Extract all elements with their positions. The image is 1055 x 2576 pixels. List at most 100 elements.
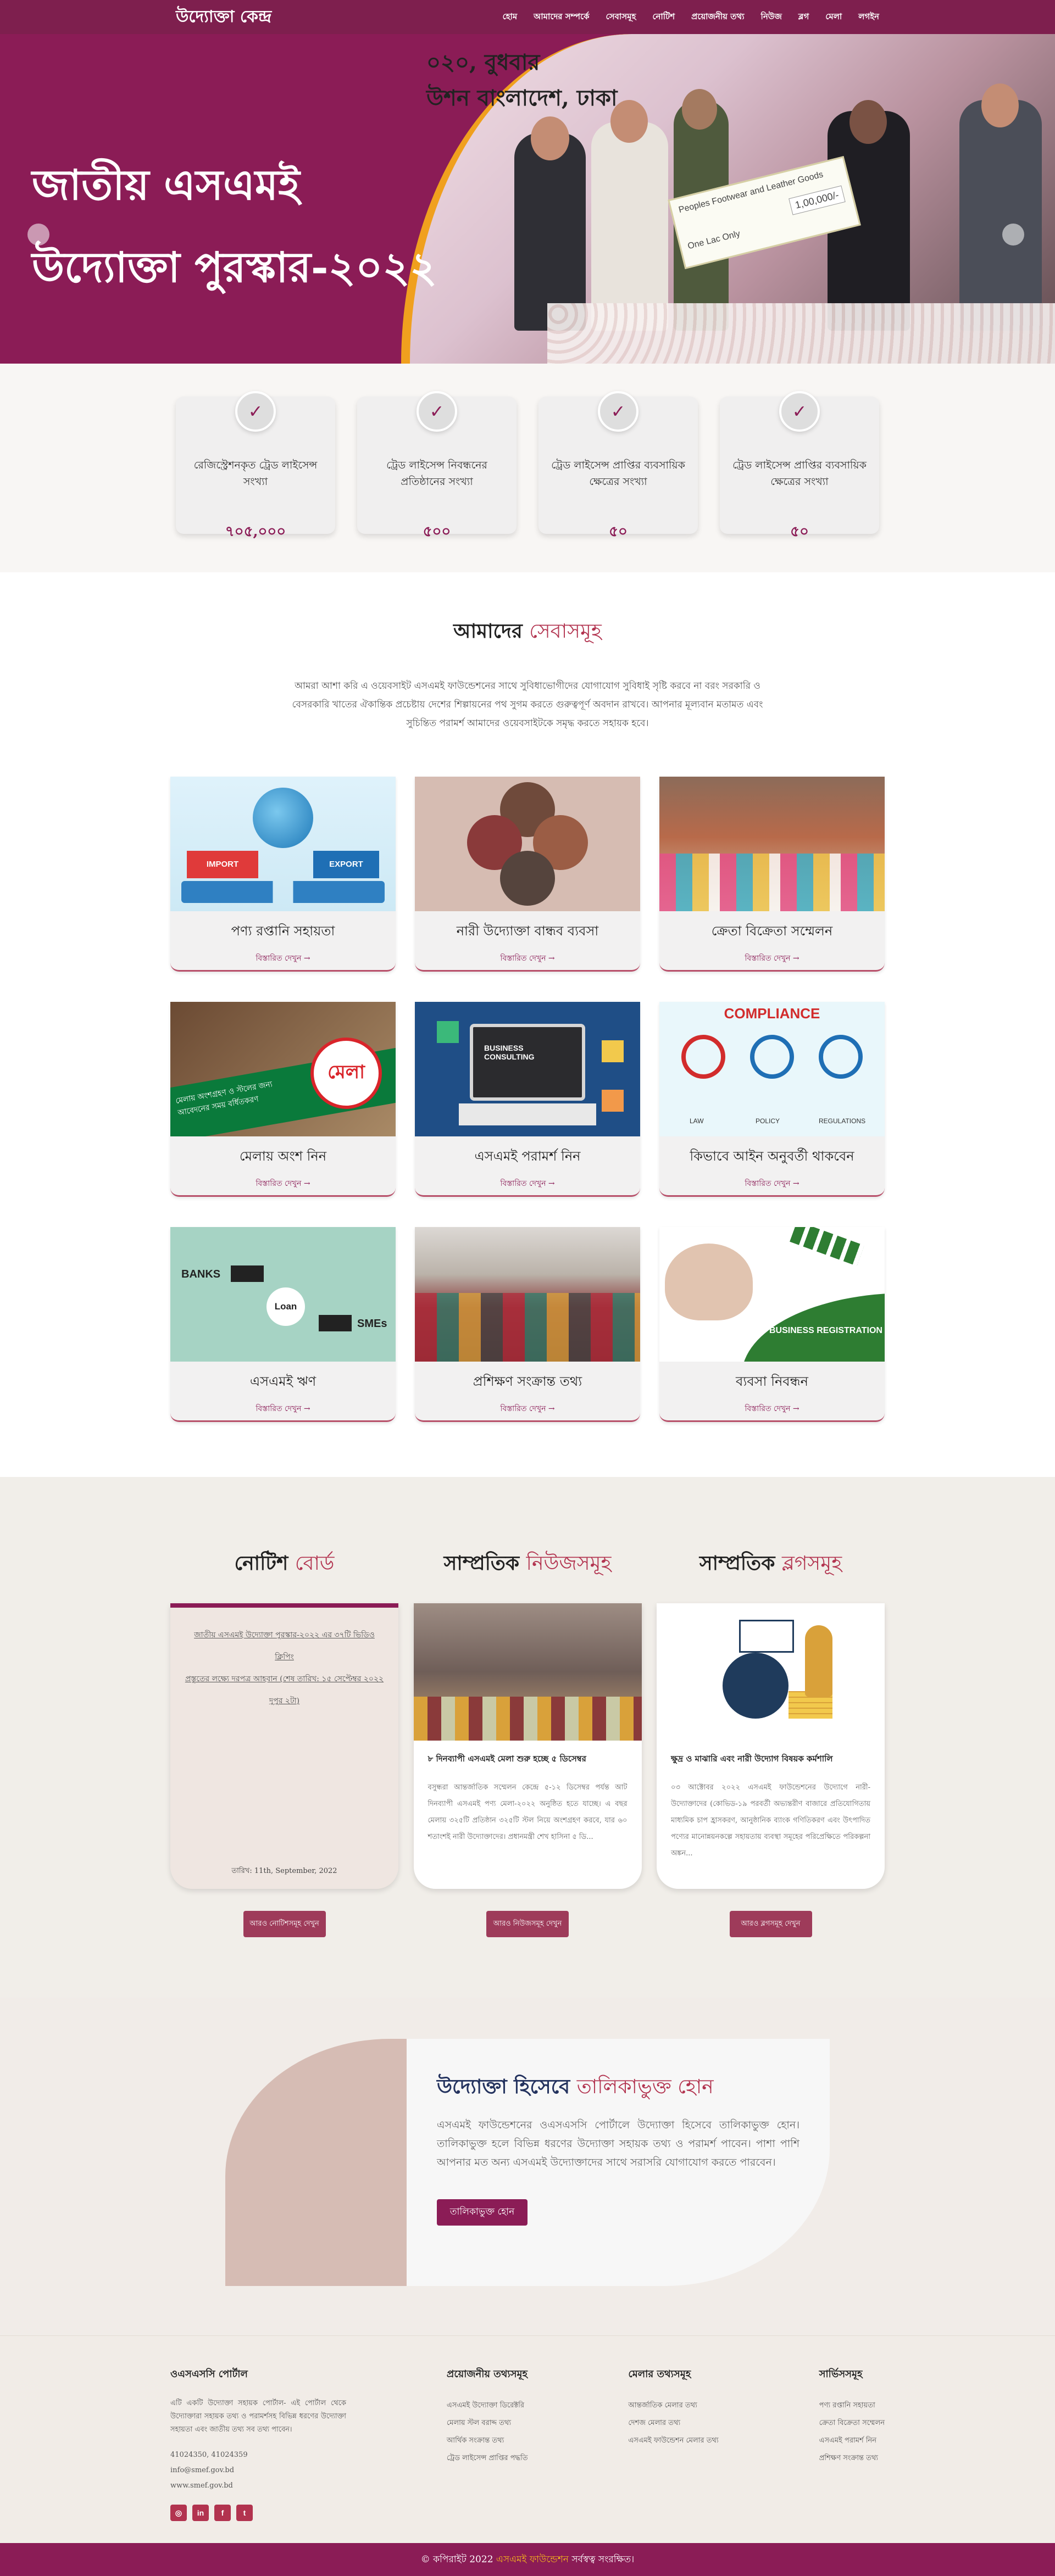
blog-item-desc: ০৩ আক্টোবর ২০২২ এসএমই ফাউন্ডেশনের উদ্যোগ…: [671, 1783, 870, 1858]
notice-line[interactable]: প্রস্তুতের লক্ষ্যে দরপত্র আহবান (শেষ তার…: [185, 1668, 384, 1690]
twitter-icon[interactable]: t: [236, 2505, 253, 2521]
nav-menu: হোম আমাদের সম্পর্কে সেবাসমূহ নোটিশ প্রয়…: [503, 10, 879, 24]
check-icon: ✓: [598, 391, 638, 432]
footer-heading: মেলার তথ্যসমূহ: [628, 2368, 691, 2380]
copyright-prefix: © কপিরাইট 2022: [420, 2554, 493, 2565]
law-icon: [681, 1035, 725, 1079]
service-card-buyer-seller[interactable]: ক্রেতা বিক্রেতা সম্মেলন বিস্তারিত দেখুন …: [659, 777, 885, 972]
nav-item-news[interactable]: নিউজ: [761, 10, 782, 24]
nav-item-home[interactable]: হোম: [503, 10, 518, 24]
service-more-link[interactable]: বিস্তারিত দেখুন →: [170, 1177, 396, 1190]
footer-link[interactable]: আর্থিক সংক্রান্ত তথ্য: [447, 2432, 528, 2450]
service-image: BUSINESS REGISTRATION: [659, 1227, 885, 1362]
news-image: [413, 1603, 642, 1741]
footer-col-portal: ওএসএসসি পোর্টাল এটি একটি উদ্যোক্তা সহায়…: [170, 2366, 346, 2521]
more-blogs-button[interactable]: আরও ব্লগসমূহ দেখুন: [729, 1911, 812, 1937]
title-accent: বোর্ড: [295, 1552, 335, 1575]
service-card-training[interactable]: প্রশিক্ষণ সংক্রান্ত তথ্য বিস্তারিত দেখুন…: [415, 1227, 640, 1422]
nav-item-notice[interactable]: নোটিশ: [652, 10, 675, 24]
service-more-link[interactable]: বিস্তারিত দেখুন →: [170, 952, 396, 965]
news-item-title[interactable]: ৮ দিনব্যাপী এসএমই মেলা শুরু হচ্ছে ৫ ডিসে…: [414, 1741, 642, 1771]
hero-title-line: জাতীয় এসএমই: [32, 160, 300, 209]
footer-link[interactable]: ট্রেড লাইসেন্স প্রাপ্তির পদ্ধতি: [447, 2450, 528, 2467]
blog-item-title[interactable]: ক্ষুদ্র ও মাঝারি এবং নারী উদ্যোগ বিষয়ক …: [657, 1741, 885, 1771]
copyright-suffix: সর্বস্বত্ব সংরক্ষিত।: [571, 2554, 635, 2565]
photo-person: [591, 122, 668, 331]
service-more-link[interactable]: বিস্তারিত দেখুন →: [415, 1177, 640, 1190]
nav-item-blog[interactable]: ব্লগ: [798, 10, 809, 24]
footer-heading: সার্ভিসসমূহ: [819, 2368, 863, 2380]
photo-person-head: [610, 100, 648, 143]
sticky-note: [602, 1090, 624, 1112]
service-more-link[interactable]: বিস্তারিত দেখুন →: [170, 1402, 396, 1415]
more-news-button[interactable]: আরও নিউজসমূহ দেখুন: [486, 1911, 569, 1937]
service-more-link[interactable]: বিস্তারিত দেখুন →: [415, 952, 640, 965]
carousel-next-button[interactable]: [1002, 224, 1024, 246]
footer-link[interactable]: এসএমই ফাউন্ডেশন মেলার তথ্য: [628, 2432, 718, 2450]
loan-card: [231, 1265, 264, 1282]
service-card-compliance[interactable]: COMPLIANCE LAW POLICY REGULATIONS কিভাবে…: [659, 1002, 885, 1197]
stat-value: ৫০: [609, 523, 628, 540]
blog-title: সাম্প্রতিক ব্লগসমূহ: [657, 1548, 885, 1581]
service-card-women[interactable]: নারী উদ্যোক্তা বান্ধব ব্যবসা বিস্তারিত দ…: [415, 777, 640, 972]
nav-item-services[interactable]: সেবাসমূহ: [606, 10, 636, 24]
nav-item-login[interactable]: লগইন: [858, 10, 879, 24]
hero-photo-caption: উশন বাংলাদেশ, ঢাকা: [426, 85, 618, 111]
nav-item-fair[interactable]: মেলা: [825, 10, 842, 24]
footer-link[interactable]: এসএমই পরামর্শ নিন: [819, 2432, 885, 2450]
notice-line[interactable]: জাতীয় এসএমই উদ্যোক্তা পুরস্কার-২০২২ এর …: [185, 1624, 384, 1668]
footer-website[interactable]: www.smef.gov.bd: [170, 2478, 346, 2494]
service-card-fair[interactable]: মেলায় অংশগ্রহণ ও স্টলের জন্য আবেদনের সম…: [170, 1002, 396, 1197]
service-card-export[interactable]: IMPORT EXPORT পণ্য রপ্তানি সহায়তা বিস্ত…: [170, 777, 396, 972]
footer-about: এটি একটি উদ্যোক্তা সহায়ক পোর্টাল- এই পো…: [170, 2399, 346, 2434]
footer-link[interactable]: মেলায় স্টল বরাদ্দ তথ্য: [447, 2415, 528, 2432]
brand-logo[interactable]: উদ্যোক্তা কেন্দ্র: [176, 3, 271, 31]
footer-link[interactable]: এসএমই উদ্যোক্তা ডিরেক্টরি: [447, 2397, 528, 2415]
stat-card: ✓ ট্রেড লাইসেন্স প্রাপ্তির ব্যবসায়িক ক্…: [538, 391, 698, 540]
service-more-link[interactable]: বিস্তারিত দেখুন →: [659, 1177, 885, 1190]
instagram-icon[interactable]: ◎: [170, 2505, 187, 2521]
check-icon: ✓: [779, 391, 820, 432]
hero-photo: ০২০, বুধবার উশন বাংলাদেশ, ঢাকা Peoples F…: [401, 34, 1055, 364]
news-card[interactable]: ৮ দিনব্যাপী এসএমই মেলা শুরু হচ্ছে ৫ ডিসে…: [413, 1603, 642, 1889]
notice-card: জাতীয় এসএমই উদ্যোক্তা পুরস্কার-২০২২ এর …: [170, 1603, 398, 1889]
copyright-bar: © কপিরাইট 2022 এসএমই ফাউন্ডেশন সর্বস্বত্…: [0, 2543, 1055, 2576]
linkedin-icon[interactable]: in: [192, 2505, 209, 2521]
highlights-section: নোটিশ বোর্ড জাতীয় এসএমই উদ্যোক্তা পুরস্…: [0, 1477, 1055, 1998]
footer-email[interactable]: info@smef.gov.bd: [170, 2463, 346, 2478]
footer-link[interactable]: আন্তর্জাতিক মেলার তথ্য: [628, 2397, 718, 2415]
service-image: [415, 777, 640, 911]
footer-link[interactable]: দেশজ মেলার তথ্য: [628, 2415, 718, 2432]
title-accent: তালিকাভুক্ত হোন: [576, 2076, 714, 2098]
footer-link[interactable]: পণ্য রপ্তানি সহায়তা: [819, 2397, 885, 2415]
footer-col-info: প্রয়োজনীয় তথ্যসমূহ এসএমই উদ্যোক্তা ডির…: [447, 2366, 528, 2521]
stat-label: ট্রেড লাইসেন্স প্রাপ্তির ব্যবসায়িক ক্ষে…: [732, 459, 867, 488]
truck-graphic: [181, 881, 385, 903]
loan-label: SMEs: [357, 1318, 387, 1330]
facebook-icon[interactable]: f: [214, 2505, 231, 2521]
carousel-prev-button[interactable]: [27, 224, 49, 246]
service-title: মেলায় অংশ নিন: [239, 1148, 327, 1164]
service-card-loan[interactable]: BANKS Loan SMEs এসএমই ঋণ বিস্তারিত দেখুন…: [170, 1227, 396, 1422]
footer-contact: 41024350, 41024359 info@smef.gov.bd www.…: [170, 2447, 346, 2494]
blog-card[interactable]: ক্ষুদ্র ও মাঝারি এবং নারী উদ্যোগ বিষয়ক …: [657, 1603, 885, 1889]
service-card-consulting[interactable]: BUSINESS CONSULTING এসএমই পরামর্শ নিন বি…: [415, 1002, 640, 1197]
footer-link[interactable]: ক্রেতা বিক্রেতা সম্মেলন: [819, 2415, 885, 2432]
nav-item-about[interactable]: আমাদের সম্পর্কে: [534, 10, 589, 24]
service-more-link[interactable]: বিস্তারিত দেখুন →: [659, 1402, 885, 1415]
cta-decor: [225, 2039, 407, 2286]
title-text: সাম্প্রতিক: [699, 1552, 775, 1575]
hero-banner: ০২০, বুধবার উশন বাংলাদেশ, ঢাকা Peoples F…: [0, 34, 1055, 364]
service-more-link[interactable]: বিস্তারিত দেখুন →: [415, 1402, 640, 1415]
copyright-org[interactable]: এসএমই ফাউন্ডেশন: [496, 2554, 569, 2565]
footer-link[interactable]: প্রশিক্ষণ সংক্রান্ত তথ্য: [819, 2450, 885, 2467]
photo-flowers: [547, 303, 1055, 364]
notice-line[interactable]: দুপুর ২টা): [185, 1690, 384, 1712]
register-button[interactable]: তালিকাভুক্ত হোন: [437, 2199, 528, 2226]
more-notices-button[interactable]: আরও নোটিশসমূহ দেখুন: [243, 1911, 326, 1937]
nav-item-info[interactable]: প্রয়োজনীয় তথ্য: [691, 10, 744, 24]
service-more-link[interactable]: বিস্তারিত দেখুন →: [659, 952, 885, 965]
service-card-registration[interactable]: BUSINESS REGISTRATION ব্যবসা নিবন্ধন বিস…: [659, 1227, 885, 1422]
news-title: সাম্প্রতিক নিউজসমূহ: [414, 1548, 642, 1581]
loan-label: BANKS: [181, 1268, 221, 1280]
